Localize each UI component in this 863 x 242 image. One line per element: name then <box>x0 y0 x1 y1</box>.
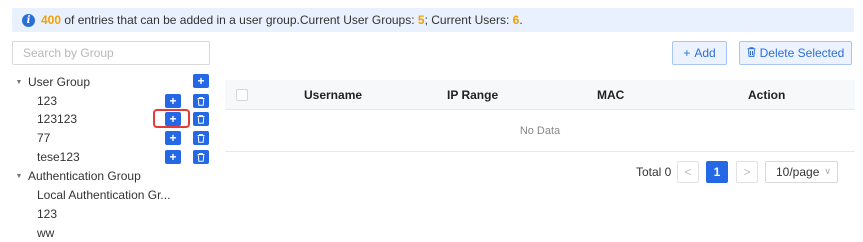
column-username[interactable]: Username <box>304 80 362 110</box>
next-page-button[interactable]: > <box>736 161 758 183</box>
total-count: Total 0 <box>636 165 672 179</box>
add-subgroup-button[interactable]: + <box>165 150 181 164</box>
delete-selected-button[interactable]: Delete Selected <box>739 41 852 65</box>
tree-node-label: Authentication Group <box>28 169 141 183</box>
tree-item-auth-123[interactable]: 123 <box>37 205 57 223</box>
delete-icon[interactable] <box>193 94 209 108</box>
column-action[interactable]: Action <box>748 80 785 110</box>
info-text-1: of entries that can be added in a user g… <box>61 13 418 27</box>
tree-item-label: Local Authentication Gr... <box>37 188 171 202</box>
delete-icon[interactable] <box>193 112 209 126</box>
plus-icon: + <box>683 46 691 60</box>
caret-down-icon[interactable]: ▼ <box>14 79 24 86</box>
add-user-group-button[interactable]: + <box>193 74 209 88</box>
add-subgroup-button[interactable]: + <box>165 94 181 108</box>
add-subgroup-button[interactable]: + <box>165 131 181 145</box>
info-text-2: ; Current Users: <box>424 13 513 27</box>
select-all-checkbox[interactable] <box>236 89 248 101</box>
column-ip-range[interactable]: IP Range <box>447 80 498 110</box>
tree-item-123[interactable]: 123 <box>37 92 57 110</box>
add-button[interactable]: + Add <box>672 41 727 65</box>
tree-item-tese123[interactable]: tese123 <box>37 148 80 166</box>
add-subgroup-button[interactable]: + <box>165 112 181 126</box>
tree-item-123123[interactable]: 123123 <box>37 110 77 128</box>
tree-item-label: 123123 <box>37 112 78 126</box>
add-button-label: Add <box>694 46 716 60</box>
tree-item-label: tese123 <box>37 150 80 164</box>
delete-icon[interactable] <box>193 150 209 164</box>
tree-item-ww[interactable]: ww <box>37 224 54 242</box>
search-group-input[interactable] <box>12 41 210 65</box>
page-size-select[interactable]: 10/page ∨ <box>765 161 838 183</box>
chevron-down-icon: ∨ <box>824 166 831 176</box>
page-1-button[interactable]: 1 <box>706 161 728 183</box>
info-text-3: . <box>519 13 523 27</box>
tree-node-authentication-group[interactable]: ▼ Authentication Group <box>14 167 141 185</box>
column-mac[interactable]: MAC <box>597 80 624 110</box>
prev-page-button[interactable]: < <box>677 161 699 183</box>
tree-node-label: User Group <box>28 75 91 89</box>
tree-item-label: 123 <box>37 94 58 108</box>
user-count: 6 <box>512 13 520 27</box>
info-banner: i 400 of entries that can be added in a … <box>12 8 854 32</box>
caret-down-icon[interactable]: ▼ <box>14 173 24 180</box>
tree-node-user-group[interactable]: ▼ User Group <box>14 73 91 91</box>
tree-item-local-authentication[interactable]: Local Authentication Gr... <box>37 186 170 204</box>
table-header: Username IP Range MAC Action <box>225 80 855 110</box>
tree-item-label: ww <box>37 226 55 240</box>
entry-limit-count: 400 <box>41 13 62 27</box>
info-icon: i <box>22 13 35 27</box>
delete-icon[interactable] <box>193 131 209 145</box>
page-size-value: 10/page <box>776 165 820 179</box>
trash-icon <box>747 46 756 60</box>
empty-state: No Data <box>225 110 855 152</box>
delete-selected-label: Delete Selected <box>759 46 845 60</box>
user-group-count: 5 <box>417 13 425 27</box>
tree-item-label: 77 <box>37 131 51 145</box>
tree-item-label: 123 <box>37 207 58 221</box>
tree-item-77[interactable]: 77 <box>37 129 50 147</box>
